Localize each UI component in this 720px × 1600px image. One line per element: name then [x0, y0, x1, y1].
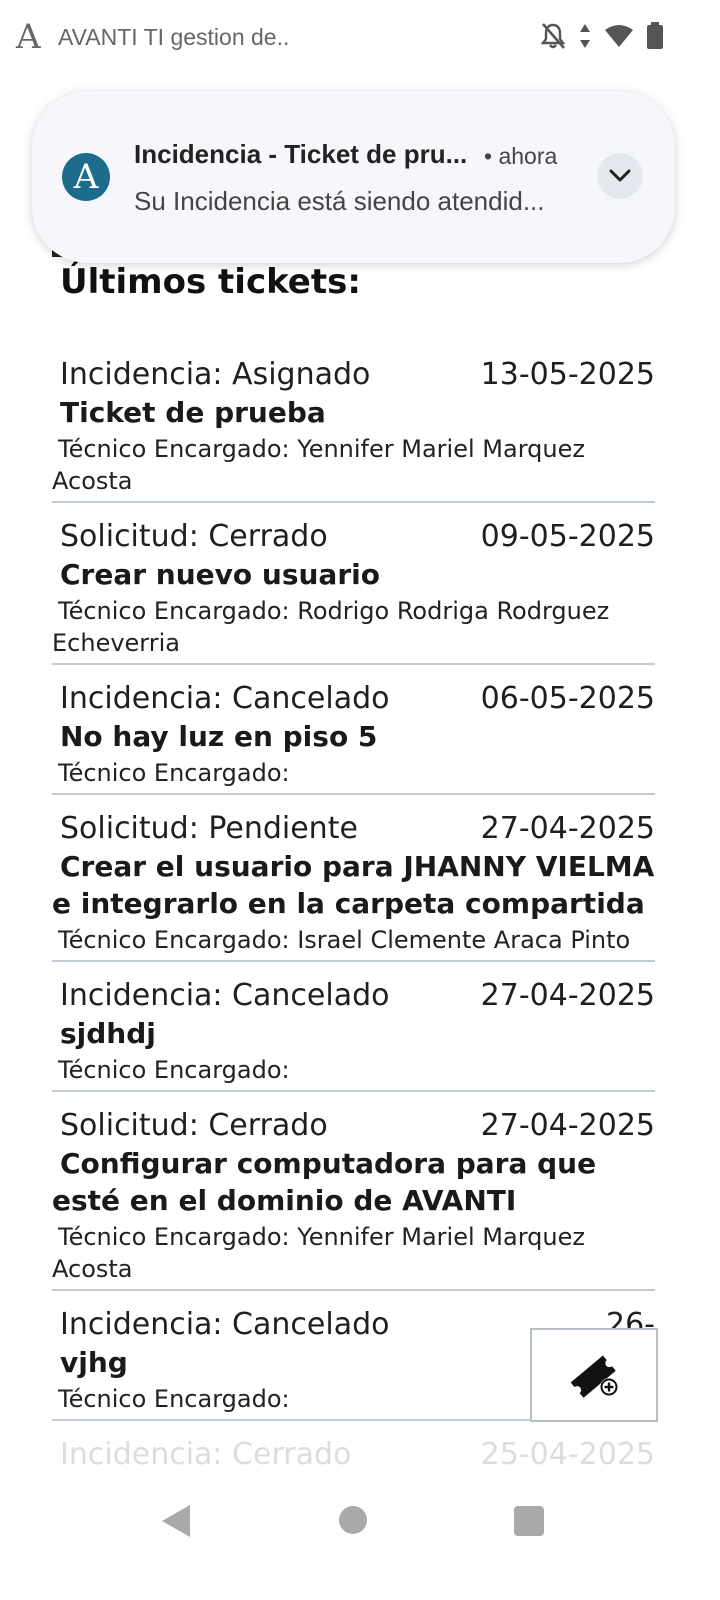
home-icon[interactable]: [339, 1506, 367, 1534]
ticket-title: No hay luz en piso 5: [60, 720, 378, 753]
ticket-item[interactable]: Incidencia: Asignado 13-05-2025 Ticket de…: [52, 347, 655, 503]
data-arrows-icon: [580, 24, 590, 48]
page-title: Últimos tickets:: [60, 262, 361, 302]
ticket-item[interactable]: Incidencia: Cerrado 25-04-2025: [52, 1427, 655, 1476]
back-icon[interactable]: [160, 1504, 192, 1538]
ticket-status: Incidencia: Cancelado: [60, 978, 390, 1013]
ticket-technician: Técnico Encargado: Yennifer Mariel Marqu…: [52, 435, 585, 495]
app-logo: A: [16, 17, 41, 57]
ticket-list[interactable]: Incidencia: Asignado 13-05-2025 Ticket de…: [52, 347, 655, 1482]
ticket-status: Solicitud: Pendiente: [60, 811, 358, 846]
notification-body: Su Incidencia está siendo atendid...: [134, 186, 545, 216]
ticket-date: 25-04-2025: [480, 1437, 655, 1472]
recents-icon[interactable]: [514, 1506, 544, 1536]
notification-time: • ahora: [484, 143, 558, 169]
notification-expand-button[interactable]: [597, 153, 643, 199]
ticket-status: Incidencia: Cancelado: [60, 681, 390, 716]
ticket-status: Incidencia: Cerrado: [60, 1437, 352, 1472]
ticket-technician: Técnico Encargado:: [58, 759, 290, 787]
ticket-status: Solicitud: Cerrado: [60, 519, 328, 554]
ticket-title: Crear el usuario para JHANNY VIELMA e in…: [52, 850, 655, 920]
ticket-title: Ticket de prueba: [60, 396, 326, 429]
bell-off-icon: [540, 23, 566, 49]
ticket-title: sjdhdj: [60, 1017, 156, 1050]
battery-icon: [647, 22, 663, 49]
navigation-bar: [0, 1490, 720, 1600]
ticket-date: 13-05-2025: [480, 357, 655, 392]
ticket-status: Solicitud: Cerrado: [60, 1108, 328, 1143]
status-bar-app-title: AVANTI TI gestion de..: [58, 24, 290, 50]
status-bar: A AVANTI TI gestion de..: [0, 0, 720, 78]
ticket-title: Crear nuevo usuario: [60, 558, 380, 591]
wifi-icon: [605, 25, 633, 47]
ticket-status: Incidencia: Cancelado: [60, 1307, 390, 1342]
ticket-date: 27-04-2025: [480, 978, 655, 1013]
chevron-down-icon: [609, 169, 631, 182]
notification-card[interactable]: A Incidencia - Ticket de pru... • ahora …: [32, 91, 675, 263]
ticket-technician: Técnico Encargado: Rodrigo Rodriga Rodrg…: [52, 597, 610, 657]
add-ticket-button[interactable]: [530, 1328, 658, 1422]
ticket-item[interactable]: Incidencia: Cancelado 27-04-2025 sjdhdj T…: [52, 968, 655, 1092]
ticket-date: 09-05-2025: [480, 519, 655, 554]
ticket-technician: Técnico Encargado: Yennifer Mariel Marqu…: [52, 1223, 585, 1283]
ticket-date: 06-05-2025: [480, 681, 655, 716]
ticket-item[interactable]: Solicitud: Cerrado 27-04-2025 Configurar …: [52, 1098, 655, 1291]
ticket-date: 27-04-2025: [480, 811, 655, 846]
ticket-technician: Técnico Encargado:: [58, 1056, 290, 1084]
notification-title: Incidencia - Ticket de pru...: [134, 139, 468, 169]
ticket-date: 27-04-2025: [480, 1108, 655, 1143]
ticket-item[interactable]: Incidencia: Cancelado 06-05-2025 No hay l…: [52, 671, 655, 795]
add-ticket-icon: [570, 1355, 618, 1398]
ticket-technician: Técnico Encargado: Israel Clemente Araca…: [58, 926, 631, 954]
ticket-title: Configurar computadora para que esté en …: [52, 1147, 597, 1217]
ticket-status: Incidencia: Asignado: [60, 357, 371, 392]
ticket-item[interactable]: Solicitud: Pendiente 27-04-2025 Crear el …: [52, 801, 655, 962]
status-icons: [540, 22, 664, 50]
ticket-item[interactable]: Solicitud: Cerrado 09-05-2025 Crear nuevo…: [52, 509, 655, 665]
notification-app-icon: A: [62, 153, 110, 201]
